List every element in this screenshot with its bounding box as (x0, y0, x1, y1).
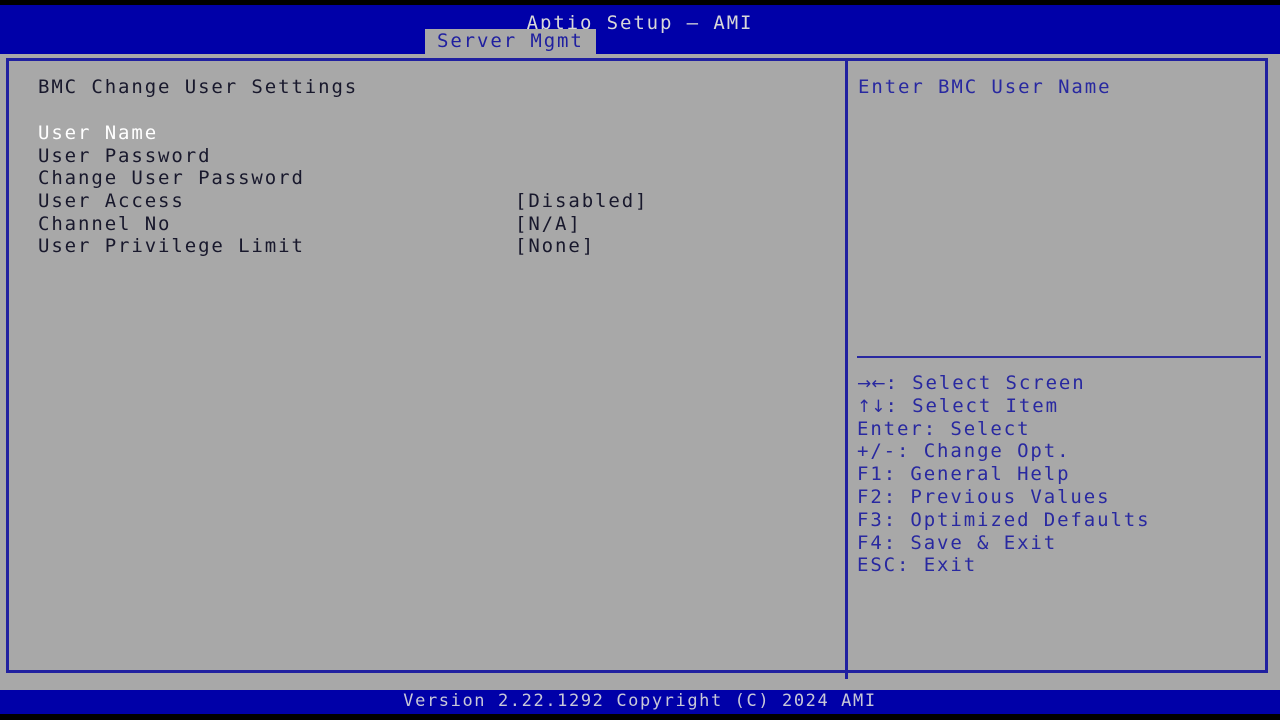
legend-action: : General Help (883, 463, 1071, 486)
settings-pane: BMC Change User Settings User Name User P… (9, 61, 845, 670)
setting-label: Change User Password (38, 167, 305, 190)
legend-action: : Save & Exit (883, 531, 1058, 554)
legend-row: F4: Save & Exit (857, 532, 1261, 555)
setting-row[interactable]: Change User Password (38, 167, 828, 190)
legend-key: F3 (857, 508, 884, 531)
legend-key: ESC (857, 554, 898, 577)
bios-setup-screen: Aptio Setup – AMI Server Mgmt BMC Change… (0, 0, 1280, 720)
legend-row: +/-: Change Opt. (857, 440, 1261, 463)
setting-label: User Password (38, 144, 212, 167)
legend-key: F4 (857, 531, 884, 554)
footer-bar: Version 2.22.1292 Copyright (C) 2024 AMI (0, 690, 1280, 714)
version-text: Version 2.22.1292 Copyright (C) 2024 AMI (403, 691, 877, 711)
legend-key: +/- (857, 440, 898, 463)
help-separator (857, 356, 1261, 358)
panel-divider (845, 58, 848, 679)
setting-label: Channel No (38, 212, 172, 235)
bottom-bezel (0, 714, 1280, 720)
setting-row[interactable]: User Password (38, 145, 828, 168)
setting-label: User Privilege Limit (38, 235, 305, 258)
legend-key: F1 (857, 463, 884, 486)
legend-action: : Select (923, 417, 1031, 440)
legend-action: : Previous Values (883, 485, 1111, 508)
page-title: BMC Change User Settings (38, 76, 359, 98)
key-legend: →←: Select Screen ↑↓: Select Item Enter: S… (857, 372, 1261, 577)
legend-row: ↑↓: Select Item (857, 395, 1261, 418)
legend-action: : Exit (897, 554, 978, 577)
setting-value[interactable]: [Disabled] (515, 190, 648, 212)
legend-action: : Select Screen (885, 372, 1086, 394)
legend-action: : Select Item (885, 394, 1059, 417)
legend-key: F2 (857, 485, 884, 508)
header-bar: Aptio Setup – AMI (0, 5, 1280, 54)
help-pane: Enter BMC User Name →←: Select Screen ↑↓:… (851, 61, 1265, 670)
help-description: Enter BMC User Name (858, 76, 1112, 98)
legend-action: : Change Opt. (897, 440, 1071, 463)
setting-row[interactable]: Channel No [N/A] (38, 213, 828, 236)
legend-row: F1: General Help (857, 463, 1261, 486)
setting-row[interactable]: User Name (38, 122, 828, 145)
setting-label: User Name (38, 122, 159, 144)
legend-row: F3: Optimized Defaults (857, 509, 1261, 532)
setting-value[interactable]: [N/A] (515, 213, 582, 235)
settings-list: User Name User Password Change User Passwo… (38, 122, 828, 258)
legend-row: →←: Select Screen (857, 372, 1261, 395)
arrow-keys-icon: ↑↓ (857, 396, 886, 417)
app-title: Aptio Setup – AMI (526, 12, 754, 34)
arrow-keys-icon: →← (857, 374, 886, 394)
legend-row: Enter: Select (857, 418, 1261, 441)
setting-value[interactable]: [None] (515, 235, 595, 257)
legend-row: F2: Previous Values (857, 486, 1261, 509)
legend-row: ESC: Exit (857, 554, 1261, 577)
legend-key: Enter (857, 417, 924, 440)
setting-label: User Access (38, 190, 185, 213)
setting-row[interactable]: User Access [Disabled] (38, 190, 828, 213)
tab-strip: Server Mgmt (425, 29, 596, 54)
setting-row[interactable]: User Privilege Limit [None] (38, 235, 828, 258)
tab-server-mgmt[interactable]: Server Mgmt (425, 29, 596, 54)
legend-action: : Optimized Defaults (883, 508, 1151, 531)
